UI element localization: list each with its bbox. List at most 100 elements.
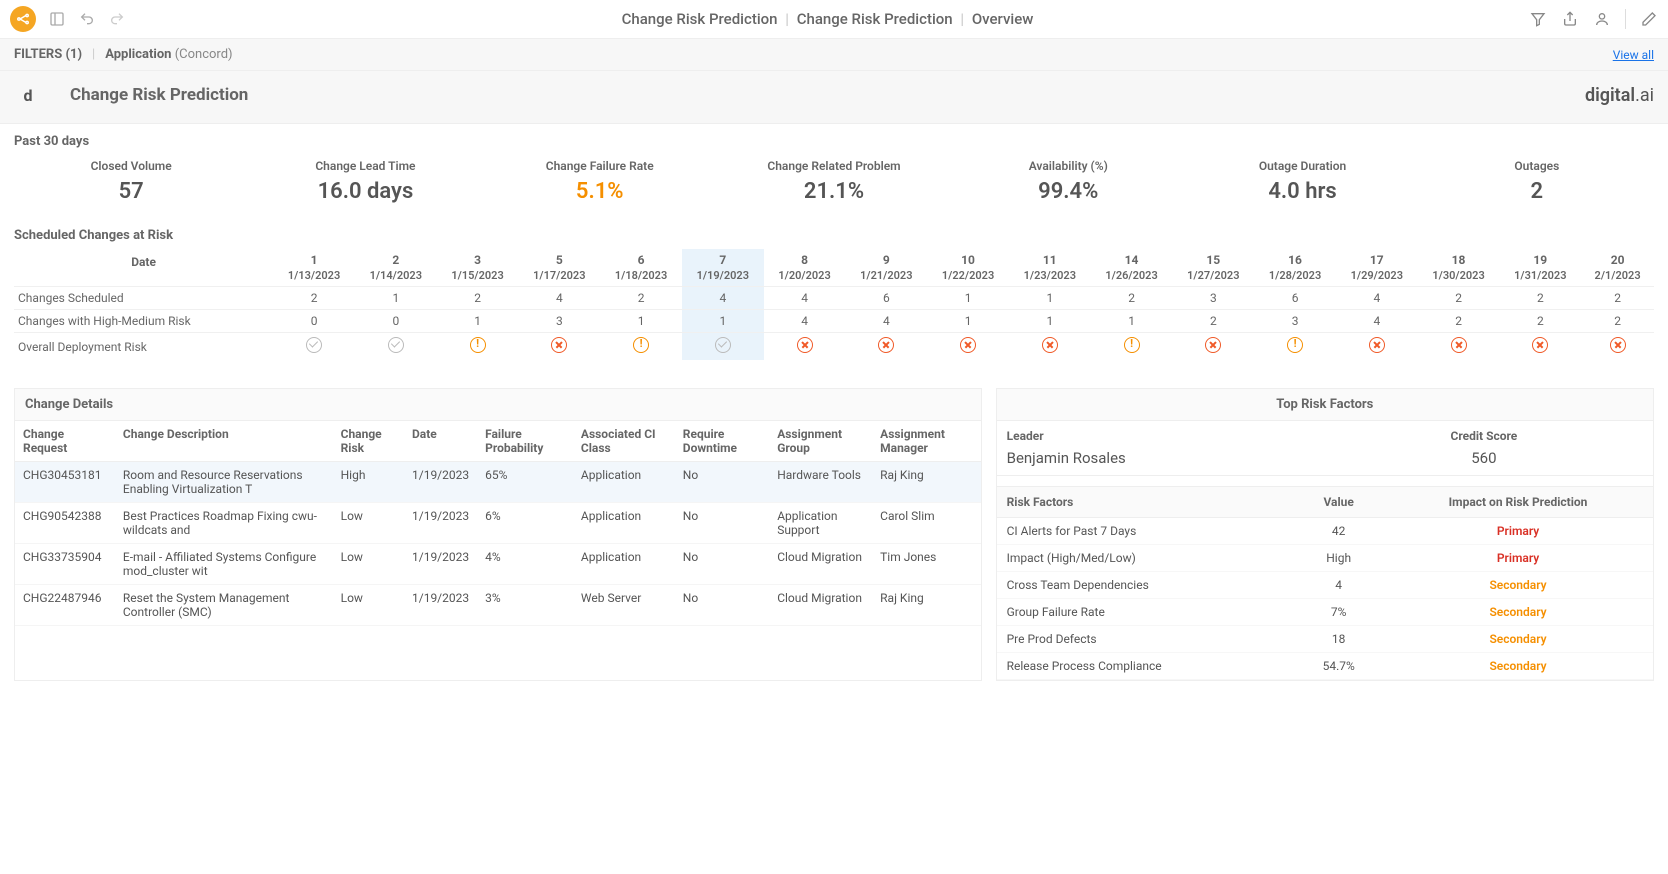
date-column-header[interactable]: 31/15/2023 (437, 249, 519, 287)
day-number: 5 (520, 253, 598, 267)
cell-value: 1 (437, 310, 519, 333)
risk-cell (682, 333, 764, 361)
title-bar: d Change Risk Prediction digital.ai (0, 71, 1668, 124)
date-column-header[interactable]: 71/19/2023 (682, 249, 764, 287)
kpi-card: Outage Duration 4.0 hrs (1185, 155, 1419, 208)
details-col-header[interactable]: Change Request (15, 421, 115, 462)
details-col-header[interactable]: Associated CI Class (573, 421, 675, 462)
factor-name: Release Process Compliance (997, 653, 1295, 680)
risk-cell (600, 333, 682, 361)
details-col-header[interactable]: Date (404, 421, 477, 462)
date-column-header[interactable]: 81/20/2023 (764, 249, 846, 287)
date-column-header[interactable]: 111/23/2023 (1009, 249, 1091, 287)
date-column-header[interactable]: 9 1/21/2023 (845, 249, 927, 287)
filter-bar: FILTERS (1) | Application (Concord) View… (0, 39, 1668, 71)
date-column-header[interactable]: 161/28/2023 (1254, 249, 1336, 287)
day-number: 11 (1011, 253, 1089, 267)
row-label: Changes with High-Medium Risk (14, 310, 273, 333)
x-circle-icon (878, 337, 894, 353)
filter-icon[interactable] (1529, 10, 1547, 28)
undo-icon[interactable] (78, 10, 96, 28)
day-number: 9 (847, 253, 925, 267)
check-circle-icon (388, 337, 404, 353)
change-details-row[interactable]: CHG22487946Reset the System Management C… (15, 585, 981, 626)
day-date: 1/21/2023 (847, 269, 925, 282)
col-value: Value (1294, 487, 1383, 518)
date-column-header[interactable]: 181/30/2023 (1418, 249, 1500, 287)
edit-icon[interactable] (1640, 10, 1658, 28)
breadcrumb-part[interactable]: Change Risk Prediction (797, 10, 953, 28)
cell-value: 4 (518, 287, 600, 310)
warning-circle-icon (633, 337, 649, 353)
details-cell: High (333, 462, 404, 503)
brand-logo: digital.ai (1585, 85, 1654, 106)
redo-icon[interactable] (108, 10, 126, 28)
filter-chip-name[interactable]: Application (105, 47, 171, 62)
day-date: 1/19/2023 (684, 269, 762, 282)
change-details-row[interactable]: CHG90542388Best Practices Roadmap Fixing… (15, 503, 981, 544)
details-cell: E-mail - Affiliated Systems Configure mo… (115, 544, 333, 585)
details-cell: Application (573, 462, 675, 503)
risk-cell (845, 333, 927, 361)
day-number: 10 (929, 253, 1007, 267)
details-cell: Tim Jones (872, 544, 980, 585)
cell-value: 2 (1581, 287, 1654, 310)
user-icon[interactable] (1593, 10, 1611, 28)
change-details-panel: Change Details Change RequestChange Desc… (14, 388, 982, 681)
x-circle-icon (1532, 337, 1548, 353)
app-logo-icon[interactable] (10, 6, 36, 32)
date-column-header[interactable]: 101/22/2023 (927, 249, 1009, 287)
breadcrumb-part[interactable]: Change Risk Prediction (622, 10, 778, 28)
day-date: 1/14/2023 (357, 269, 435, 282)
details-col-header[interactable]: Assignment Manager (872, 421, 980, 462)
date-column-header[interactable]: 171/29/2023 (1336, 249, 1418, 287)
day-number: 17 (1338, 253, 1416, 267)
cell-value: 6 (1254, 287, 1336, 310)
factor-name: Impact (High/Med/Low) (997, 545, 1295, 572)
date-column-header[interactable]: 191/31/2023 (1499, 249, 1581, 287)
details-col-header[interactable]: Require Downtime (675, 421, 769, 462)
cell-value: 1 (1091, 310, 1173, 333)
scheduled-row: Changes Scheduled21242446112364222 (14, 287, 1654, 310)
warning-circle-icon (1124, 337, 1140, 353)
cell-value: 4 (682, 287, 764, 310)
date-column-header[interactable]: 51/17/2023 (518, 249, 600, 287)
date-column-header[interactable]: 11/13/2023 (273, 249, 355, 287)
top-risk-title: Top Risk Factors (997, 389, 1653, 421)
check-circle-icon (715, 337, 731, 353)
details-col-header[interactable]: Assignment Group (769, 421, 872, 462)
col-risk-factor: Risk Factors (997, 487, 1295, 518)
details-col-header[interactable]: Change Description (115, 421, 333, 462)
date-column-header[interactable]: 141/26/2023 (1091, 249, 1173, 287)
details-cell: 1/19/2023 (404, 544, 477, 585)
day-number: 14 (1093, 253, 1171, 267)
factor-name: Pre Prod Defects (997, 626, 1295, 653)
view-all-link[interactable]: View all (1613, 48, 1654, 62)
share-icon[interactable] (1561, 10, 1579, 28)
date-column-header[interactable]: 151/27/2023 (1172, 249, 1254, 287)
filters-label[interactable]: FILTERS (1) (14, 47, 82, 62)
change-details-row[interactable]: CHG33735904E-mail - Affiliated Systems C… (15, 544, 981, 585)
details-cell: 1/19/2023 (404, 503, 477, 544)
risk-factor-row: CI Alerts for Past 7 Days 42 Primary (997, 518, 1653, 545)
breadcrumb-part[interactable]: Overview (972, 10, 1034, 28)
day-date: 2/1/2023 (1583, 269, 1652, 282)
details-cell: Cloud Migration (769, 544, 872, 585)
factor-name: Cross Team Dependencies (997, 572, 1295, 599)
details-col-header[interactable]: Change Risk (333, 421, 404, 462)
risk-cell (1581, 333, 1654, 361)
date-column-header[interactable]: 21/14/2023 (355, 249, 437, 287)
kpi-value: 99.4% (951, 179, 1185, 204)
cell-value: 4 (764, 310, 846, 333)
risk-factor-row: Impact (High/Med/Low) High Primary (997, 545, 1653, 572)
details-col-header[interactable]: Failure Probability (477, 421, 573, 462)
date-column-header[interactable]: 61/18/2023 (600, 249, 682, 287)
change-details-row[interactable]: CHG30453181Room and Resource Reservation… (15, 462, 981, 503)
warning-circle-icon (1287, 337, 1303, 353)
factor-value: 7% (1294, 599, 1383, 626)
factor-value: High (1294, 545, 1383, 572)
panel-icon[interactable] (48, 10, 66, 28)
details-cell: No (675, 462, 769, 503)
details-cell: 6% (477, 503, 573, 544)
date-column-header[interactable]: 202/1/2023 (1581, 249, 1654, 287)
